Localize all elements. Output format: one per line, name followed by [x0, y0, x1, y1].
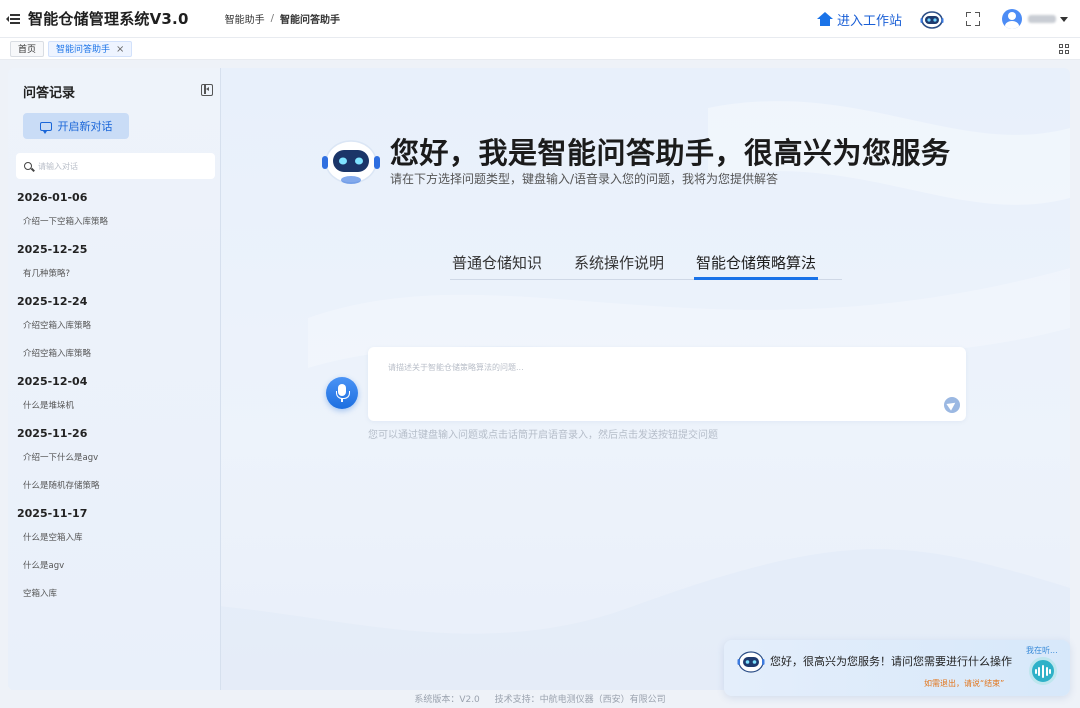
question-box: [368, 347, 966, 421]
microphone-icon[interactable]: [326, 377, 358, 409]
history-item[interactable]: 空箱入库: [8, 582, 221, 610]
page-tabs: 首页 智能问答助手 ×: [0, 38, 1080, 60]
history-date: 2025-12-25: [17, 243, 88, 256]
history-item[interactable]: 什么是空箱入库: [8, 526, 221, 554]
chat-icon: [39, 121, 52, 134]
footer-version: 系统版本：V2.0: [414, 695, 480, 705]
tab-home-label: 首页: [18, 44, 37, 55]
history-item[interactable]: 介绍一下什么是agv: [8, 446, 221, 474]
enter-workstation-label: 进入工作站: [836, 13, 902, 29]
house-icon: [816, 12, 833, 26]
menu-toggle-icon[interactable]: [6, 13, 20, 25]
history-group: 2025-12-24 介绍空箱入库策略 介绍空箱入库策略: [8, 290, 221, 370]
send-icon[interactable]: [944, 397, 960, 413]
listening-status: 我在听...: [1026, 646, 1058, 655]
history-group: 2025-12-04 什么是堆垛机: [8, 370, 221, 422]
grid-icon[interactable]: [1059, 44, 1069, 54]
history-date: 2026-01-06: [17, 191, 88, 204]
microphone-stand: [341, 398, 343, 402]
top-header: 智能仓储管理系统V3.0 智能助手 / 智能问答助手 进入工作站: [0, 0, 1080, 38]
robot-icon[interactable]: [920, 9, 944, 29]
history-item[interactable]: 什么是堆垛机: [8, 394, 221, 422]
history-item[interactable]: 介绍空箱入库策略: [8, 314, 221, 342]
breadcrumb-item-current: 智能问答助手: [279, 15, 340, 26]
question-input[interactable]: [388, 363, 928, 372]
new-chat-button[interactable]: 开启新对话: [23, 113, 129, 139]
tab-strategy-algorithm[interactable]: 智能仓储策略算法: [694, 248, 819, 280]
fullscreen-icon[interactable]: [966, 12, 980, 26]
app-title: 智能仓储管理系统V3.0: [28, 10, 189, 28]
footer: 系统版本：V2.0 技术支持：中航电测仪器（西安）有限公司: [0, 692, 1080, 708]
breadcrumb: 智能助手 / 智能问答助手: [225, 11, 340, 26]
history-date: 2025-11-17: [17, 507, 88, 520]
history-group: 2026-01-06 介绍一下空箱入库策略: [8, 186, 221, 238]
history-item[interactable]: 介绍一下空箱入库策略: [8, 210, 221, 238]
voice-wave-icon[interactable]: [1029, 657, 1057, 685]
tab-qa-assistant[interactable]: 智能问答助手 ×: [48, 40, 133, 57]
history-item[interactable]: 什么是agv: [8, 554, 221, 582]
history-group: 2025-11-26 介绍一下什么是agv 什么是随机存储策略: [8, 422, 221, 502]
username[interactable]: [1028, 15, 1056, 23]
voice-assistant-popup: 您好，很高兴为您服务！请问您需要进行什么操作 我在听... 如需退出，请说“结束…: [724, 640, 1070, 696]
enter-workstation-button[interactable]: 进入工作站: [816, 10, 902, 29]
tab-system-operation[interactable]: 系统操作说明: [572, 248, 666, 280]
assistant-message: 您好，很高兴为您服务！请问您需要进行什么操作: [770, 655, 1012, 668]
history-search-input[interactable]: [38, 161, 208, 171]
close-icon[interactable]: ×: [116, 44, 124, 55]
history-group: 2025-11-17 什么是空箱入库 什么是agv 空箱入库: [8, 502, 221, 610]
user-avatar-icon[interactable]: [1002, 9, 1022, 29]
history-item[interactable]: 介绍空箱入库策略: [8, 342, 221, 370]
sidebar: 问答记录 开启新对话 2026-01-06 介绍一下空箱入库策略 2025-12…: [8, 68, 221, 690]
tab-general-knowledge[interactable]: 普通仓储知识: [450, 248, 544, 280]
robot-icon: [737, 651, 765, 673]
question-type-tabs: 普通仓储知识 系统操作说明 智能仓储策略算法: [450, 248, 842, 280]
breadcrumb-separator: /: [270, 13, 274, 24]
greeting-subtitle: 请在下方选择问题类型，键盘输入/语音录入您的问题，我将为您提供解答: [390, 172, 779, 186]
main-panel: 问答记录 开启新对话 2026-01-06 介绍一下空箱入库策略 2025-12…: [8, 68, 1070, 690]
history-group: 2025-12-25 有几种策略?: [8, 238, 221, 290]
history-date: 2025-12-04: [17, 375, 88, 388]
history-list: 2026-01-06 介绍一下空箱入库策略 2025-12-25 有几种策略? …: [8, 186, 221, 610]
history-date: 2025-12-24: [17, 295, 88, 308]
robot-icon: [322, 140, 380, 184]
greeting-title: 您好，我是智能问答助手，很高兴为您服务: [390, 136, 951, 170]
history-item[interactable]: 有几种策略?: [8, 262, 221, 290]
breadcrumb-item-assistant[interactable]: 智能助手: [225, 11, 265, 26]
new-chat-label: 开启新对话: [57, 120, 113, 133]
input-hint: 您可以通过键盘输入问题或点击话筒开启语音录入，然后点击发送按钮提交问题: [368, 430, 718, 441]
tab-home[interactable]: 首页: [10, 40, 45, 57]
chat-content: 您好，我是智能问答助手，很高兴为您服务 请在下方选择问题类型，键盘输入/语音录入…: [222, 68, 1070, 690]
history-item[interactable]: 什么是随机存储策略: [8, 474, 221, 502]
exit-hint: 如需退出，请说“结束”: [924, 679, 1005, 688]
history-date: 2025-11-26: [17, 427, 88, 440]
caret-down-icon[interactable]: [1060, 16, 1068, 22]
footer-support: 技术支持：中航电测仪器（西安）有限公司: [494, 695, 666, 705]
search-box: [16, 153, 215, 179]
collapse-sidebar-icon[interactable]: [201, 84, 213, 96]
sidebar-title: 问答记录: [23, 86, 76, 101]
tab-qa-assistant-label: 智能问答助手: [56, 44, 111, 55]
search-icon: [24, 162, 32, 170]
header-actions: 进入工作站: [816, 0, 1068, 38]
